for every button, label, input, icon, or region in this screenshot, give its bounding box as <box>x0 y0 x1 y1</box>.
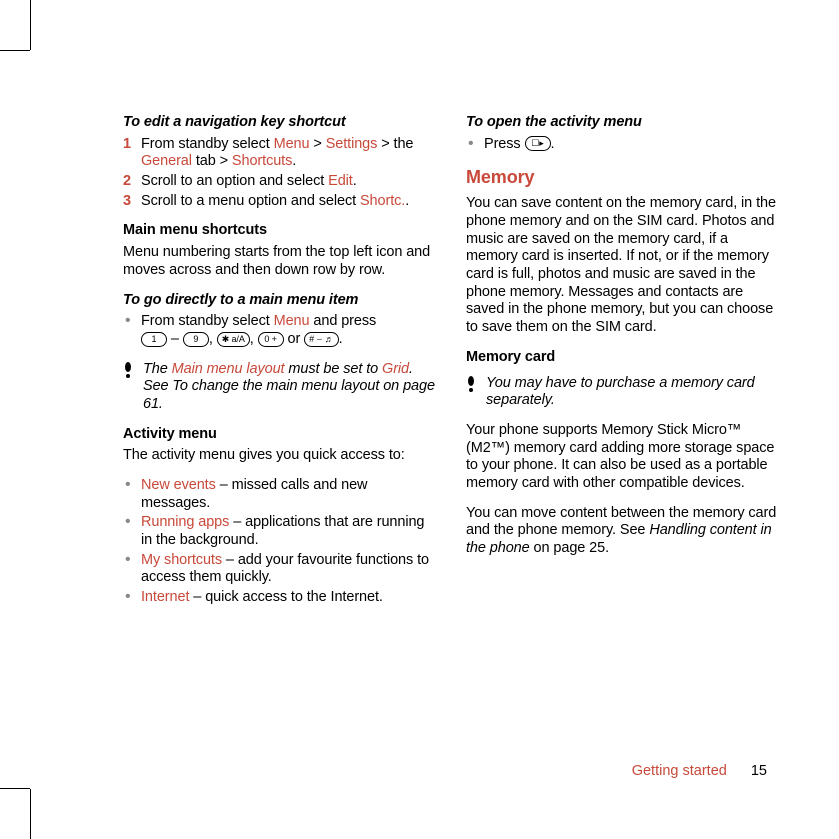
info-icon <box>123 361 135 414</box>
list-item: Internet – quick access to the Internet. <box>123 589 436 607</box>
ui-label: General <box>141 153 192 169</box>
body-text: You can save content on the memory card,… <box>466 195 779 337</box>
heading-edit-nav-shortcut: To edit a navigation key shortcut <box>123 114 436 132</box>
note-text: You may have to purchase a memory card s… <box>486 375 779 410</box>
ui-label: New events <box>141 477 216 493</box>
ui-label: Running apps <box>141 514 229 530</box>
ui-label: Menu <box>274 136 310 152</box>
body-text: You can move content between the memory … <box>466 505 779 558</box>
step-item: 1 From standby select Menu > Settings > … <box>123 136 436 171</box>
step-text: From standby select Menu > Settings > th… <box>141 136 413 170</box>
key-0-icon: 0 + <box>258 332 284 347</box>
key-hash-icon: # ⌣ ♬ <box>304 332 338 347</box>
step-number: 1 <box>123 136 131 154</box>
note-block: The Main menu layout must be set to Grid… <box>123 361 436 414</box>
body-text: Your phone supports Memory Stick Micro™ … <box>466 422 779 493</box>
ui-label: Settings <box>326 136 378 152</box>
key-activity-icon: ☐▸ <box>525 136 551 151</box>
note-text: The Main menu layout must be set to Grid… <box>143 361 436 414</box>
page-number: 15 <box>751 763 767 779</box>
list-item: From standby select Menu and press 1 – 9… <box>123 313 436 348</box>
key-9-icon: 9 <box>183 332 209 347</box>
bullet-list: From standby select Menu and press 1 – 9… <box>123 313 436 348</box>
step-number: 2 <box>123 173 131 191</box>
right-column: To open the activity menu Press ☐▸. Memo… <box>466 114 779 609</box>
heading-memory: Memory <box>466 167 779 189</box>
section-activity-menu: Activity menu The activity menu gives yo… <box>123 426 436 465</box>
list-item: My shortcuts – add your favourite functi… <box>123 552 436 587</box>
manual-page: To edit a navigation key shortcut 1 From… <box>0 0 839 839</box>
crop-mark <box>30 789 31 839</box>
section-main-menu-shortcuts: Main menu shortcuts Menu numbering start… <box>123 222 436 279</box>
crop-mark <box>0 50 30 51</box>
ui-label: Menu <box>274 313 310 329</box>
heading-open-activity-menu: To open the activity menu <box>466 114 779 132</box>
heading-main-menu-shortcuts: Main menu shortcuts <box>123 222 436 240</box>
body-text: The activity menu gives you quick access… <box>123 447 436 465</box>
ui-label: Main menu layout <box>172 361 285 377</box>
heading-go-to-main-menu: To go directly to a main menu item <box>123 292 436 310</box>
heading-activity-menu: Activity menu <box>123 426 436 444</box>
steps-list: 1 From standby select Menu > Settings > … <box>123 136 436 211</box>
bullet-list: Press ☐▸. <box>466 136 779 154</box>
info-icon <box>466 375 478 410</box>
ui-label: My shortcuts <box>141 552 222 568</box>
ui-label: Internet <box>141 589 189 605</box>
step-item: 3 Scroll to a menu option and select Sho… <box>123 193 436 211</box>
page-footer: Getting started 15 <box>632 763 767 779</box>
list-item: Running apps – applications that are run… <box>123 514 436 549</box>
list-item: Press ☐▸. <box>466 136 779 154</box>
ui-label: Grid <box>382 361 409 377</box>
heading-memory-card: Memory card <box>466 349 779 367</box>
crop-mark <box>30 0 31 50</box>
step-item: 2 Scroll to an option and select Edit. <box>123 173 436 191</box>
list-item: New events – missed calls and new messag… <box>123 477 436 512</box>
step-text: Scroll to an option and select Edit. <box>141 173 357 189</box>
note-block: You may have to purchase a memory card s… <box>466 375 779 410</box>
crop-mark <box>0 788 30 789</box>
body-text: Menu numbering starts from the top left … <box>123 244 436 279</box>
key-1-icon: 1 <box>141 332 167 347</box>
activity-list: New events – missed calls and new messag… <box>123 477 436 607</box>
left-column: To edit a navigation key shortcut 1 From… <box>123 114 436 609</box>
key-star-icon: ✱ a/A <box>217 332 250 347</box>
ui-label: Shortcuts <box>232 153 292 169</box>
ui-label: Edit <box>328 173 353 189</box>
two-column-layout: To edit a navigation key shortcut 1 From… <box>123 114 779 609</box>
section-name: Getting started <box>632 763 727 779</box>
ui-label: Shortc. <box>360 193 405 209</box>
step-text: Scroll to a menu option and select Short… <box>141 193 409 209</box>
step-number: 3 <box>123 193 131 211</box>
